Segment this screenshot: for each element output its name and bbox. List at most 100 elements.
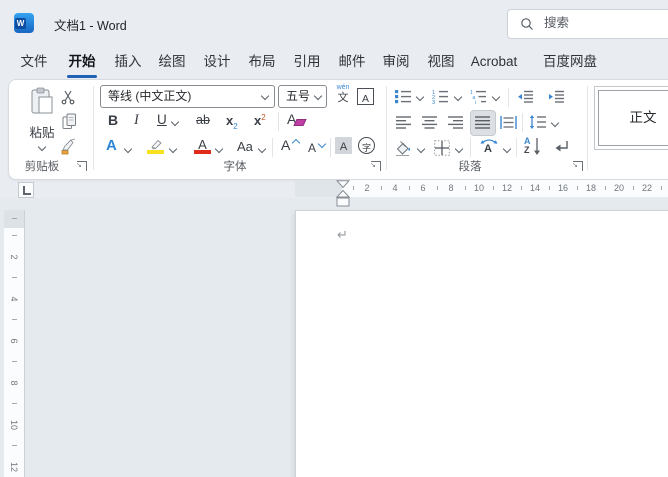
tab-layout[interactable]: 布局: [244, 46, 280, 78]
divider: [516, 138, 517, 157]
tab-acrobat[interactable]: Acrobat: [467, 46, 521, 78]
divider: [272, 138, 273, 157]
style-normal-label: 正文: [629, 110, 657, 125]
enclose-characters-button[interactable]: 字: [358, 137, 375, 154]
font-color-bar: [194, 150, 211, 154]
group-divider: [93, 86, 94, 170]
search-box[interactable]: 搜索: [507, 9, 668, 39]
bold-button[interactable]: B: [108, 112, 118, 128]
title-bar: W 文档1 - Word 搜索: [0, 0, 668, 46]
highlight-color-bar: [147, 150, 164, 154]
tab-selector-l-icon: [23, 186, 31, 195]
font-name-value: 等线 (中文正文): [108, 89, 192, 103]
font-dialog-launcher[interactable]: [370, 161, 381, 171]
tab-baidu-netdisk[interactable]: 百度网盘: [538, 46, 602, 78]
font-name-chevron[interactable]: [260, 91, 270, 101]
active-tab-underline: [67, 75, 97, 78]
format-painter-button format-painter-icon[interactable]: [60, 138, 78, 155]
copy-button copy-icon[interactable]: [62, 113, 77, 130]
tab-home[interactable]: 开始: [64, 46, 100, 78]
paragraph-mark: ↵: [337, 227, 348, 242]
tab-file[interactable]: 文件: [16, 46, 52, 78]
tab-insert[interactable]: 插入: [110, 46, 146, 78]
style-item-normal[interactable]: 正文: [598, 90, 668, 146]
shading-button paint-bucket-icon[interactable]: [394, 140, 411, 156]
subscript-button[interactable]: x2: [226, 112, 238, 131]
tab-mailings[interactable]: 邮件: [334, 46, 370, 78]
paste-button[interactable]: 粘贴: [18, 84, 66, 156]
eraser-icon: [293, 119, 307, 126]
word-logo-letter: W: [15, 18, 26, 29]
tab-draw[interactable]: 绘图: [154, 46, 190, 78]
character-shading-button[interactable]: A: [335, 137, 352, 154]
phonetic-char: 文: [337, 92, 349, 104]
character-border-letter: A: [361, 93, 369, 105]
tab-view[interactable]: 视图: [423, 46, 459, 78]
group-divider: [386, 86, 387, 170]
paragraph-group-label: 段落: [458, 161, 482, 173]
sort-arrow-icon: [534, 138, 540, 155]
cut-button cut-scissors-icon[interactable]: [60, 89, 76, 105]
increase-indent-button increase-indent-icon[interactable]: [548, 90, 565, 104]
show-hide-marks-button return-arrow-icon[interactable]: [553, 139, 570, 154]
hanging-indent-marker: [335, 189, 351, 198]
highlight-color-button[interactable]: [147, 137, 165, 155]
distributed-button distributed-icon[interactable]: [500, 116, 517, 129]
shrink-font-button[interactable]: A: [308, 139, 328, 159]
font-size-combo[interactable]: 五号: [278, 85, 327, 108]
change-case-button[interactable]: Aa: [237, 139, 253, 154]
tab-review[interactable]: 审阅: [378, 46, 414, 78]
font-name-combo[interactable]: 等线 (中文正文): [100, 85, 275, 108]
grow-font-button[interactable]: A: [281, 137, 301, 157]
superscript-button[interactable]: x2: [254, 112, 266, 130]
asian-layout-button[interactable]: A: [478, 137, 500, 157]
multilevel-list-button multilevel-list-icon[interactable]: 1ai: [470, 89, 487, 104]
vertical-ruler[interactable]: 2 4 6 8 10 12: [4, 210, 25, 477]
strikethrough-button[interactable]: ab: [196, 113, 210, 127]
svg-text:3: 3: [432, 100, 435, 104]
styles-gallery: 正文: [594, 86, 668, 150]
justify-icon: [475, 116, 490, 129]
paste-dropdown-chevron[interactable]: [37, 142, 47, 152]
character-border-button[interactable]: A: [357, 88, 374, 105]
line-spacing-button line-spacing-icon[interactable]: [529, 115, 547, 129]
italic-button[interactable]: I: [134, 112, 139, 129]
justify-button[interactable]: [470, 110, 496, 136]
phonetic-ruby: wén: [336, 84, 350, 91]
tab-design[interactable]: 设计: [199, 46, 235, 78]
decrease-indent-button decrease-indent-icon[interactable]: [517, 90, 534, 104]
indent-markers[interactable]: [334, 180, 352, 208]
clipboard-group-label: 剪贴板: [24, 161, 60, 173]
numbering-button numbered-list-icon[interactable]: 123: [432, 89, 449, 104]
clear-formatting-button[interactable]: A: [287, 111, 307, 131]
font-color-button[interactable]: A: [194, 136, 211, 154]
font-size-chevron[interactable]: [313, 91, 323, 101]
align-left-button align-left-icon[interactable]: [396, 116, 411, 129]
tab-references[interactable]: 引用: [289, 46, 325, 78]
align-center-button align-center-icon[interactable]: [422, 116, 437, 129]
left-indent-marker: [336, 197, 350, 207]
document-page[interactable]: ↵: [295, 210, 668, 477]
first-line-indent-marker: [335, 180, 351, 189]
borders-button borders-grid-icon[interactable]: [434, 140, 450, 156]
divider: [470, 138, 471, 157]
divider: [508, 88, 509, 107]
highlight-pen-icon: [151, 139, 162, 150]
sort-button[interactable]: A Z: [524, 136, 544, 157]
search-placeholder: 搜索: [544, 16, 570, 30]
bullets-button bullet-list-icon[interactable]: [395, 89, 412, 104]
tab-selector[interactable]: [18, 182, 34, 198]
align-right-button align-right-icon[interactable]: [448, 116, 463, 129]
paragraph-dialog-launcher[interactable]: [572, 161, 583, 171]
font-group-label: 字体: [223, 161, 247, 173]
phonetic-guide-button[interactable]: wén 文: [332, 84, 354, 108]
paste-clipboard-icon: [31, 87, 53, 114]
divider: [330, 138, 331, 157]
word-window: W 文档1 - Word 搜索 文件 开始 插入 绘图 设计 布局 引用 邮件 …: [0, 0, 668, 477]
window-title: 文档1 - Word: [54, 19, 127, 33]
paste-label: 粘贴: [29, 126, 55, 140]
underline-button[interactable]: U: [157, 112, 167, 127]
clipboard-dialog-launcher[interactable]: [76, 161, 87, 171]
text-effects-button[interactable]: A: [106, 137, 117, 154]
divider: [522, 113, 523, 132]
